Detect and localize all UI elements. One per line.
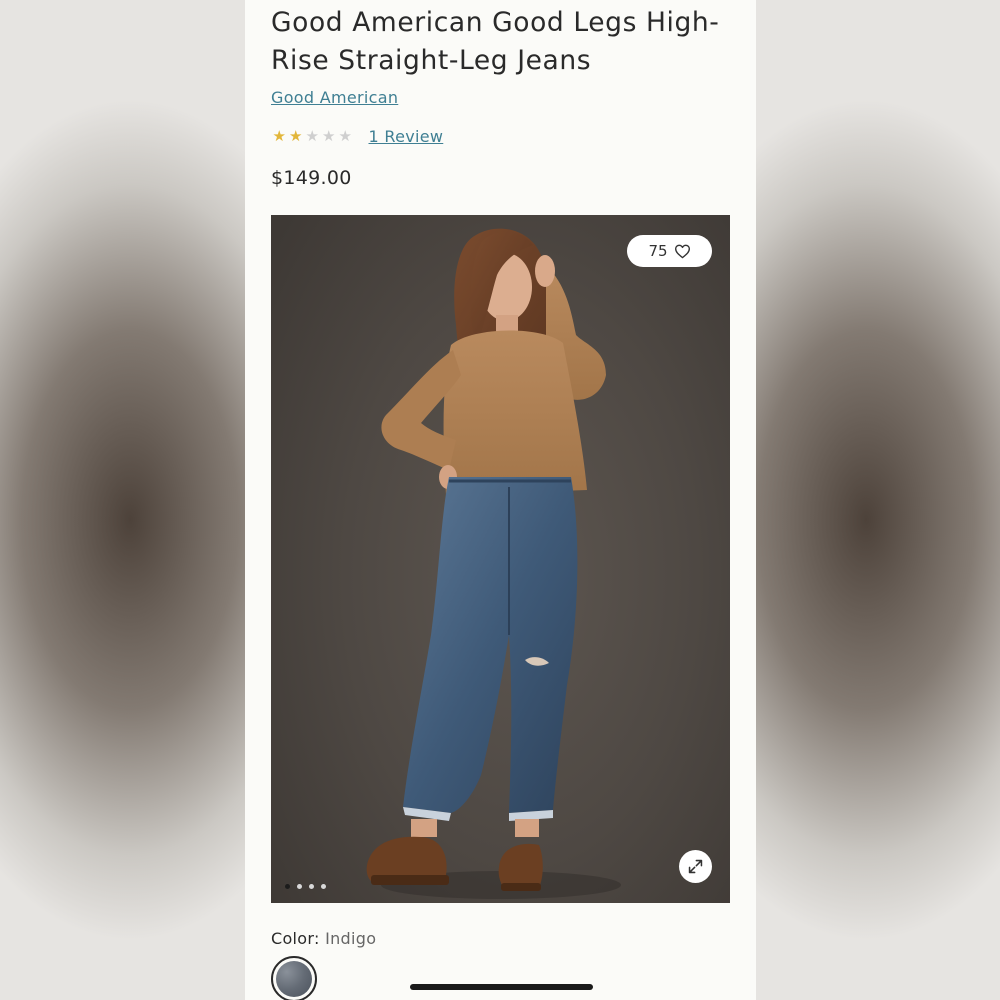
brand-link[interactable]: Good American (271, 88, 398, 107)
model-photo (366, 228, 621, 899)
backdrop-left-blur (0, 0, 245, 1000)
color-selector-label: Color: Indigo (271, 929, 376, 948)
star-rating: ★ ★ ★ ★ ★ (271, 126, 354, 146)
pagination-dot[interactable] (321, 884, 326, 889)
color-label: Color: (271, 929, 320, 948)
star-icon: ★ (272, 127, 286, 145)
star-icon: ★ (305, 127, 319, 145)
favorite-button[interactable]: 75 (627, 235, 712, 267)
backdrop-right-blur (756, 0, 1000, 1000)
heart-icon (674, 244, 690, 258)
pagination-dot[interactable] (285, 884, 290, 889)
gallery-pagination[interactable] (285, 884, 326, 889)
expand-icon (688, 859, 703, 874)
product-image[interactable]: 75 (271, 215, 730, 903)
swatch-fill (276, 961, 312, 997)
star-icon: ★ (338, 127, 352, 145)
home-indicator[interactable] (410, 984, 593, 990)
pagination-dot[interactable] (309, 884, 314, 889)
favorite-count: 75 (648, 242, 668, 260)
phone-screen: Good American Good Legs High-Rise Straig… (245, 0, 756, 1000)
color-value: Indigo (325, 929, 377, 948)
color-swatch-indigo[interactable] (271, 956, 317, 1000)
product-title: Good American Good Legs High-Rise Straig… (271, 7, 720, 76)
product-price: $149.00 (271, 167, 352, 189)
star-icon: ★ (289, 127, 303, 145)
pagination-dot[interactable] (297, 884, 302, 889)
expand-button[interactable] (679, 850, 712, 883)
rating-row: ★ ★ ★ ★ ★ 1 Review (271, 125, 443, 147)
review-link[interactable]: 1 Review (369, 127, 444, 146)
star-icon: ★ (322, 127, 336, 145)
